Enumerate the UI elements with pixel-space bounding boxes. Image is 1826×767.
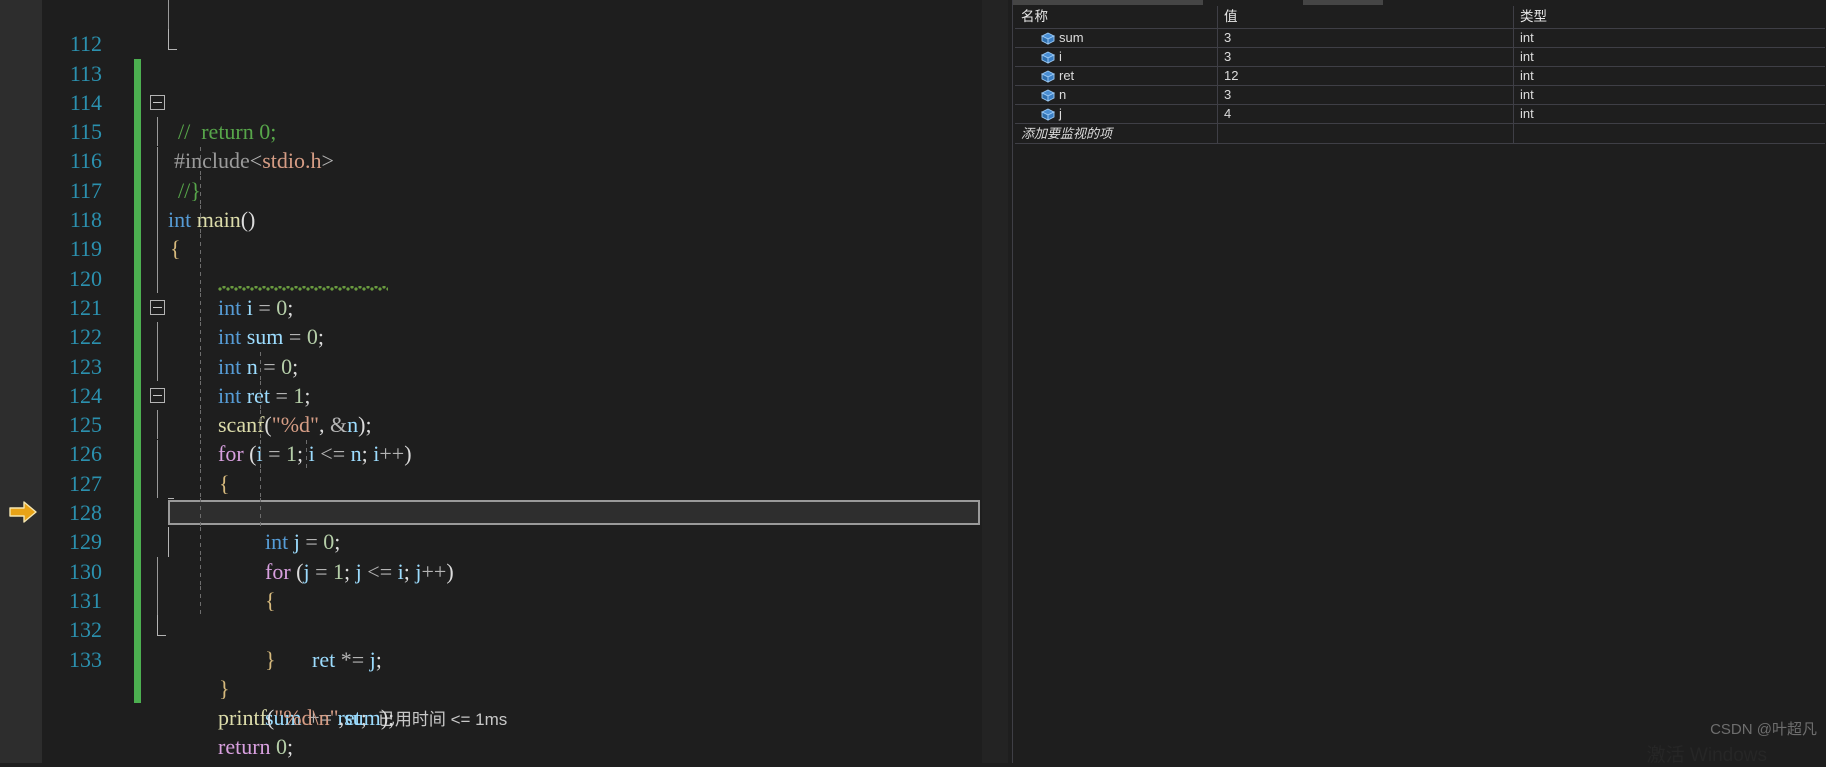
watch-tab-strip-left[interactable] xyxy=(1013,0,1203,5)
code-line[interactable]: 126 { xyxy=(0,410,1010,613)
code-line[interactable]: 114 #include<stdio.h> xyxy=(0,59,1010,174)
code-editor[interactable]: 112 // return 0; 113 //} 114 #include<st… xyxy=(0,0,1010,763)
watch-table-header: 名称 值 类型 xyxy=(1015,6,1825,29)
collapse-region-icon[interactable] xyxy=(150,94,165,110)
table-row[interactable]: n 3 int xyxy=(1015,86,1825,105)
watch-table[interactable]: 名称 值 类型 sum 3 int i 3 int ret 12 int n 3… xyxy=(1015,6,1825,144)
add-watch-type-cell xyxy=(1513,124,1825,143)
code-line[interactable]: 115 int main() xyxy=(0,88,1010,232)
change-bar xyxy=(134,644,141,674)
editor-vertical-scrollbar[interactable] xyxy=(982,0,1008,763)
watch-variable-name: sum xyxy=(1059,30,1084,45)
variable-cube-icon xyxy=(1040,88,1056,102)
code-line[interactable]: 112 // return 0; xyxy=(0,0,1010,144)
code-line[interactable]: 117 int i = 0; xyxy=(0,146,1010,320)
watch-variable-name: i xyxy=(1059,49,1062,64)
code-line[interactable]: 131 printf("%d\n",sum); xyxy=(0,556,1010,730)
collapse-region-icon[interactable] xyxy=(150,387,165,403)
code-text: } xyxy=(265,646,276,672)
watch-tab-strip-right[interactable] xyxy=(1303,0,1383,5)
add-watch-row[interactable]: 添加要监视的项 xyxy=(1015,124,1825,144)
elapsed-time-label: 已用时间 <= 1ms xyxy=(377,710,508,730)
watch-variable-type: int xyxy=(1513,105,1825,123)
table-row[interactable]: sum 3 int xyxy=(1015,29,1825,48)
error-squiggle xyxy=(218,285,388,291)
watch-variable-type: int xyxy=(1513,67,1825,85)
visual-studio-debug-window: 112 // return 0; 113 //} 114 #include<st… xyxy=(0,0,1826,766)
code-text: ret *= j; xyxy=(312,646,382,672)
watch-variable-name: j xyxy=(1059,106,1062,121)
table-row[interactable]: i 3 int xyxy=(1015,48,1825,67)
variable-cube-icon xyxy=(1040,31,1056,45)
watch-variable-value[interactable]: 3 xyxy=(1217,86,1513,104)
collapse-region-icon[interactable] xyxy=(150,300,165,315)
code-line[interactable]: 121 scanf("%d", &n); xyxy=(0,263,1010,437)
add-watch-value-cell[interactable] xyxy=(1217,124,1513,143)
code-line[interactable]: 127 ret *= j; xyxy=(0,439,1010,672)
add-watch-placeholder[interactable]: 添加要监视的项 xyxy=(1015,124,1217,143)
watch-variable-value[interactable]: 3 xyxy=(1217,48,1513,66)
code-line[interactable]: 128 } xyxy=(0,468,1010,672)
watch-panel[interactable]: 名称 值 类型 sum 3 int i 3 int ret 12 int n 3… xyxy=(1012,0,1826,766)
code-line[interactable]: 119 int n = 0; xyxy=(0,205,1010,379)
code-line[interactable]: 123 { xyxy=(0,322,1010,496)
code-line[interactable]: 113 //} xyxy=(0,29,1010,203)
code-text: } xyxy=(219,675,230,701)
code-line[interactable]: 118 int sum = 0; xyxy=(0,175,1010,349)
code-line[interactable]: 125 for (j = 1; j <= i; j++) xyxy=(0,380,1010,584)
code-line[interactable]: 124 int j = 0; xyxy=(0,351,1010,554)
code-line[interactable]: 132 return 0; xyxy=(0,586,1010,759)
code-line[interactable]: 120 int ret = 1; xyxy=(0,234,1010,408)
watch-variable-type: int xyxy=(1513,48,1825,66)
watermark-text: CSDN @叶超凡 xyxy=(1710,721,1817,738)
variable-cube-icon xyxy=(1040,69,1056,83)
code-text: return 0; xyxy=(218,734,294,760)
watch-variable-value[interactable]: 4 xyxy=(1217,105,1513,123)
watch-variable-name: ret xyxy=(1059,68,1075,83)
column-header-value[interactable]: 值 xyxy=(1217,6,1513,28)
current-statement-highlight xyxy=(168,500,980,526)
watch-variable-type: int xyxy=(1513,29,1825,47)
table-row[interactable]: j 4 int xyxy=(1015,105,1825,124)
watch-variable-value[interactable]: 3 xyxy=(1217,29,1513,47)
column-header-name[interactable]: 名称 xyxy=(1015,6,1217,28)
watch-variable-type: int xyxy=(1513,86,1825,104)
variable-cube-icon xyxy=(1040,107,1056,121)
code-line[interactable]: 130 } xyxy=(0,527,1010,701)
code-text: printf("%d\n",sum); xyxy=(218,705,395,731)
change-bar xyxy=(134,673,141,704)
code-line[interactable]: 116 { xyxy=(0,117,1010,261)
column-header-type[interactable]: 类型 xyxy=(1513,6,1825,28)
watch-variable-name: n xyxy=(1059,87,1067,102)
code-lines[interactable]: 112 // return 0; 113 //} 114 #include<st… xyxy=(0,0,1010,763)
code-line-current[interactable]: 129 sum += ret; 已用时间 <= 1ms xyxy=(0,498,1010,730)
watch-variable-value[interactable]: 12 xyxy=(1217,67,1513,85)
code-line[interactable]: 122 for (i = 1; i <= n; i++) xyxy=(0,293,1010,466)
table-row[interactable]: ret 12 int xyxy=(1015,67,1825,86)
line-number: 133 xyxy=(69,646,102,672)
variable-cube-icon xyxy=(1040,50,1056,64)
code-line[interactable]: 133 } xyxy=(0,615,1010,704)
